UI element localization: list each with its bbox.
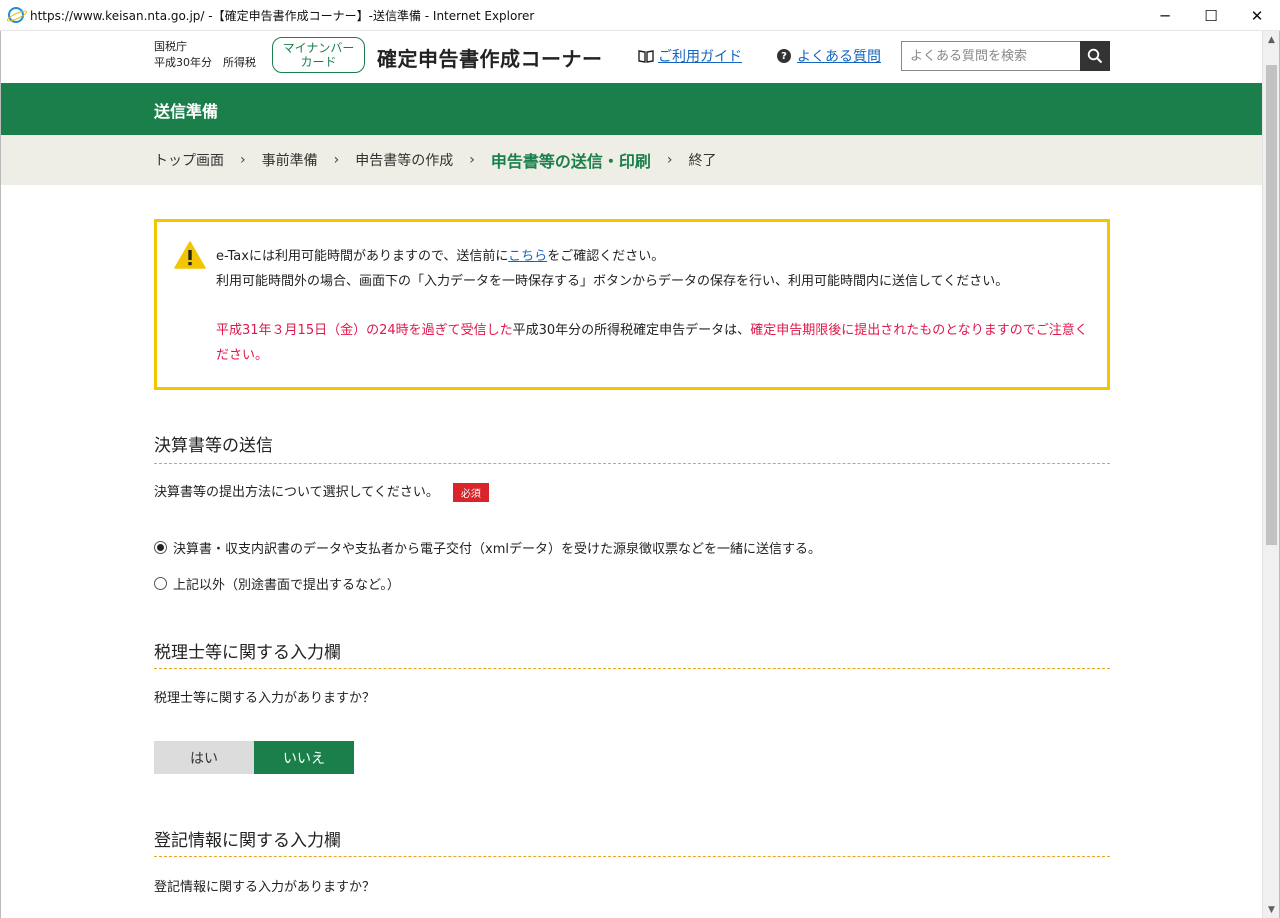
page-title: 送信準備	[154, 102, 219, 121]
radio-label: 上記以外（別途書面で提出するなど。）	[173, 578, 400, 593]
chevron-right-icon: ›	[666, 152, 673, 168]
section-title-registry: 登記情報に関する入力欄	[154, 831, 341, 851]
scroll-down-arrow-icon[interactable]: ▼	[1263, 901, 1280, 918]
no-button[interactable]: いいえ	[254, 741, 354, 774]
tax-year-label: 平成30年分 所得税	[154, 56, 256, 69]
faq-search	[901, 41, 1110, 71]
warning-icon	[174, 241, 206, 269]
availability-link[interactable]: こちら	[508, 249, 547, 264]
deadline-red-1: 平成31年３月15日（金）の24時を過ぎて受信した	[216, 323, 513, 338]
tax-accountant-question: 税理士等に関する入力がありますか？	[154, 691, 376, 706]
deadline-black: 平成30年分の所得税確定申告データは、	[512, 323, 751, 338]
mynumber-badge-line1: マイナンバー	[282, 41, 355, 55]
breadcrumb-item-create: 申告書等の作成	[355, 153, 454, 169]
question-icon: ?	[777, 49, 791, 63]
radio-button[interactable]	[154, 577, 167, 590]
window-title: https://www.keisan.nta.go.jp/ -【確定申告書作成コ…	[30, 8, 535, 23]
warning-deadline-note: 平成31年３月15日（金）の24時を過ぎて受信した平成30年分の所得税確定申告デ…	[216, 318, 1096, 368]
close-button[interactable]: ✕	[1234, 0, 1280, 31]
mynumber-badge-line2: カード	[300, 55, 337, 69]
chevron-right-icon: ›	[469, 152, 475, 168]
window-titlebar: https://www.keisan.nta.go.jp/ -【確定申告書作成コ…	[0, 0, 1280, 31]
user-guide-label: ご利用ガイド	[658, 49, 742, 65]
user-guide-link[interactable]: ご利用ガイド	[638, 46, 742, 66]
site-title: 確定申告書作成コーナー	[377, 47, 603, 71]
radio-label: 決算書・収支内訳書のデータや支払者から電子交付（xmlデータ）を受けた源泉徴収票…	[173, 542, 821, 557]
radio-option-send-together[interactable]: 決算書・収支内訳書のデータや支払者から電子交付（xmlデータ）を受けた源泉徴収票…	[154, 538, 821, 557]
breadcrumb: トップ画面 › 事前準備 › 申告書等の作成 › 申告書等の送信・印刷 › 終了	[0, 135, 1262, 185]
mynumber-card-badge: マイナンバー カード	[272, 37, 365, 73]
vertical-scrollbar[interactable]: ▲ ▼	[1262, 31, 1280, 918]
faq-label: よくある質問	[797, 49, 881, 65]
internet-explorer-icon	[8, 7, 24, 23]
section-title-statements: 決算書等の送信	[154, 436, 273, 456]
registry-question: 登記情報に関する入力がありますか？	[154, 880, 376, 895]
search-button[interactable]	[1080, 41, 1110, 71]
agency-label: 国税庁 平成30年分 所得税	[154, 39, 256, 71]
section-divider	[154, 463, 1110, 464]
faq-search-input[interactable]	[901, 41, 1080, 71]
page-title-band: 送信準備	[0, 83, 1262, 135]
breadcrumb-item-current: 申告書等の送信・印刷	[490, 152, 651, 171]
radio-option-other[interactable]: 上記以外（別途書面で提出するなど。）	[154, 574, 400, 593]
warning-text: e-Taxには利用可能時間がありますので、送信前にこちらをご確認ください。 利用…	[216, 244, 1096, 368]
warning-line-2: 利用可能時間外の場合、画面下の「入力データを一時保存する」ボタンからデータの保存…	[216, 274, 1009, 289]
breadcrumb-item-top: トップ画面	[154, 153, 224, 169]
required-badge: 必須	[452, 483, 489, 502]
statements-question-text: 決算書等の提出方法について選択してください。	[154, 485, 439, 500]
warning-line-1: e-Taxには利用可能時間がありますので、送信前にこちらをご確認ください。	[216, 244, 1096, 269]
faq-link[interactable]: ? よくある質問	[777, 46, 881, 66]
warning-line-1-pre: e-Taxには利用可能時間がありますので、送信前に	[216, 249, 509, 264]
chevron-right-icon: ›	[333, 152, 340, 168]
window-controls: ─ ☐ ✕	[1142, 0, 1280, 31]
chevron-right-icon: ›	[240, 152, 246, 168]
breadcrumb-item-preparation: 事前準備	[261, 153, 318, 169]
statements-question: 決算書等の提出方法について選択してください。 必須	[154, 481, 489, 502]
warning-notice: e-Taxには利用可能時間がありますので、送信前にこちらをご確認ください。 利用…	[154, 219, 1110, 390]
agency-name: 国税庁	[154, 40, 187, 53]
scrollbar-thumb[interactable]	[1266, 65, 1277, 545]
site-header: 国税庁 平成30年分 所得税 マイナンバー カード 確定申告書作成コーナー ご利…	[0, 31, 1262, 83]
section-title-tax-accountant: 税理士等に関する入力欄	[154, 643, 341, 663]
breadcrumb-item-finish: 終了	[688, 153, 717, 169]
warning-line-1-post: をご確認ください。	[547, 249, 665, 264]
section-divider	[154, 856, 1110, 857]
book-icon	[638, 50, 654, 63]
maximize-button[interactable]: ☐	[1188, 0, 1234, 31]
minimize-button[interactable]: ─	[1142, 0, 1188, 31]
search-icon	[1087, 48, 1103, 64]
scroll-up-arrow-icon[interactable]: ▲	[1263, 31, 1280, 48]
tax-accountant-toggle: はい いいえ	[154, 741, 354, 774]
yes-button[interactable]: はい	[154, 741, 254, 774]
radio-button-checked[interactable]	[154, 541, 167, 554]
section-divider	[154, 668, 1110, 669]
